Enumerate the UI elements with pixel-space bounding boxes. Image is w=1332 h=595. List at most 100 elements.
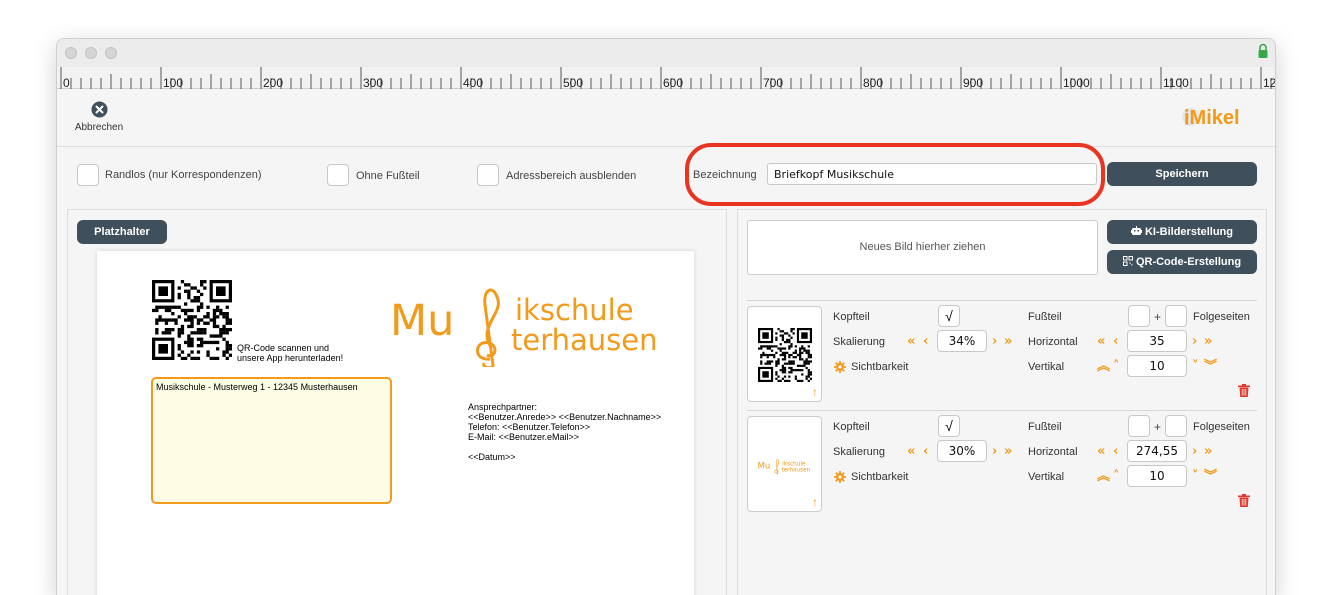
- chevron-left-icon[interactable]: ‹: [923, 445, 928, 458]
- qr-code-erstellung-button[interactable]: QR-Code-Erstellung: [1107, 250, 1257, 274]
- double-chevron-down-icon[interactable]: ︾: [1204, 360, 1217, 373]
- horizontal-label: Horizontal: [1028, 336, 1078, 348]
- chevron-down-icon[interactable]: ˅: [1192, 470, 1199, 483]
- adressbereich-checkbox[interactable]: [477, 164, 499, 186]
- folgeseiten-checkbox[interactable]: [1165, 305, 1187, 327]
- skalierung-label: Skalierung: [833, 336, 885, 348]
- contact-line: <<Benutzer.Anrede>> <<Benutzer.Nachname>…: [468, 412, 662, 422]
- double-chevron-right-icon[interactable]: »: [1204, 335, 1212, 348]
- chevron-right-icon[interactable]: ›: [1192, 335, 1197, 348]
- platzhalter-button[interactable]: Platzhalter: [77, 220, 167, 244]
- fussteil-label: Fußteil: [1028, 421, 1062, 433]
- vertical-input[interactable]: 10: [1127, 465, 1187, 487]
- ruler-label: 100: [163, 76, 184, 90]
- horizontal-input[interactable]: 274,55: [1127, 440, 1187, 462]
- scale-input[interactable]: 30%: [937, 440, 987, 462]
- contact-block: Ansprechpartner: <<Benutzer.Anrede>> <<Be…: [468, 402, 661, 462]
- chevron-left-icon[interactable]: ‹: [1113, 335, 1118, 348]
- ruler-label: 400: [463, 76, 484, 90]
- ruler-label: 300: [363, 76, 384, 90]
- kopfteil-checkbox[interactable]: √: [938, 415, 960, 437]
- skalierung-label: Skalierung: [833, 446, 885, 458]
- randlos-label: Randlos (nur Korrespondenzen): [105, 169, 262, 181]
- double-chevron-left-icon[interactable]: «: [1097, 335, 1105, 348]
- ruler: 0 100 200 300 400 500 600 700 800 900 1000 1100 120: [57, 67, 1275, 90]
- ruler-label: 500: [563, 76, 584, 90]
- options-bar: Randlos (nur Korrespondenzen) Ohne Fußte…: [57, 143, 1275, 209]
- preview-panel: Platzhalter QR-Code scannen und unsere A…: [67, 209, 727, 595]
- contact-line: Ansprechpartner:: [468, 402, 538, 412]
- ruler-label: 1100: [1163, 76, 1189, 90]
- trash-icon[interactable]: [1238, 494, 1250, 507]
- contact-line: [468, 442, 661, 452]
- gear-icon: [834, 471, 846, 483]
- double-chevron-left-icon[interactable]: «: [907, 445, 915, 458]
- vertical-input[interactable]: 10: [1127, 355, 1187, 377]
- cancel-button[interactable]: Abbrechen: [71, 101, 127, 133]
- chevron-up-icon[interactable]: ˄: [1113, 470, 1120, 483]
- chevron-right-icon[interactable]: ›: [992, 445, 997, 458]
- double-chevron-up-icon[interactable]: ︽: [1097, 470, 1110, 483]
- randlos-checkbox[interactable]: [77, 164, 99, 186]
- ruler-label: 1000: [1063, 76, 1090, 90]
- qr-grid-icon: [1122, 256, 1133, 266]
- musikschule-logo: Mu ikschule terhausen: [390, 288, 658, 367]
- qr-code-erstellung-label: QR-Code-Erstellung: [1135, 256, 1242, 268]
- ohne-fussteil-checkbox[interactable]: [327, 164, 349, 186]
- qr-thumbnail: [758, 328, 812, 382]
- double-chevron-right-icon[interactable]: »: [1204, 445, 1212, 458]
- zoom-window-button[interactable]: [105, 47, 117, 59]
- scale-input[interactable]: 34%: [937, 330, 987, 352]
- app-window: 010020030040050060070080090010001100120 …: [56, 38, 1276, 595]
- double-chevron-right-icon[interactable]: »: [1004, 335, 1012, 348]
- ruler-label: 700: [763, 76, 784, 90]
- double-chevron-left-icon[interactable]: «: [907, 335, 915, 348]
- ki-bilderstellung-button[interactable]: KI-Bilderstellung: [1107, 220, 1257, 244]
- logo-line-1-rest: ikschule: [515, 293, 634, 327]
- double-chevron-up-icon[interactable]: ︽: [1097, 360, 1110, 373]
- chevron-left-icon[interactable]: ‹: [923, 335, 928, 348]
- fussteil-checkbox[interactable]: [1128, 305, 1150, 327]
- svg-text:ikschule: ikschule: [782, 462, 806, 468]
- minimize-window-button[interactable]: [85, 47, 97, 59]
- bezeichnung-input[interactable]: Briefkopf Musikschule: [767, 163, 1097, 185]
- qr-caption-1: QR-Code scannen und: [237, 343, 330, 353]
- kopfteil-checkbox[interactable]: √: [938, 305, 960, 327]
- horizontal-input[interactable]: 35: [1127, 330, 1187, 352]
- kopfteil-label: Kopfteil: [833, 421, 870, 433]
- logo-line-1: Mu: [390, 296, 454, 346]
- letter-preview: QR-Code scannen und unsere App herunterl…: [97, 251, 694, 595]
- qr-code-image: [152, 280, 232, 360]
- title-bar: [57, 39, 1275, 67]
- logo-line-2-rest: terhausen: [511, 323, 658, 357]
- bezeichnung-label: Bezeichnung: [693, 169, 757, 181]
- image-thumbnail[interactable]: ↑: [747, 306, 822, 402]
- qr-caption-2: unsere App herunterladen!: [237, 353, 344, 363]
- double-chevron-left-icon[interactable]: «: [1097, 445, 1105, 458]
- plus-sign: +: [1154, 310, 1162, 324]
- sichtbarkeit-link[interactable]: Sichtbarkeit: [851, 361, 908, 373]
- toolbar: Abbrechen i iMikel: [57, 89, 1275, 147]
- arrow-up-icon[interactable]: ↑: [812, 385, 818, 399]
- double-chevron-right-icon[interactable]: »: [1004, 445, 1012, 458]
- chevron-right-icon[interactable]: ›: [992, 335, 997, 348]
- image-thumbnail[interactable]: Mu ikschule terhausen ↑: [747, 416, 822, 512]
- vertikal-label: Vertikal: [1028, 361, 1065, 373]
- image-drop-zone[interactable]: Neues Bild hierher ziehen: [747, 220, 1098, 275]
- chevron-left-icon[interactable]: ‹: [1113, 445, 1118, 458]
- chevron-up-icon[interactable]: ˄: [1113, 360, 1120, 373]
- fussteil-checkbox[interactable]: [1128, 415, 1150, 437]
- save-button[interactable]: Speichern: [1107, 162, 1257, 186]
- sichtbarkeit-link[interactable]: Sichtbarkeit: [851, 471, 908, 483]
- arrow-up-icon[interactable]: ↑: [812, 495, 818, 509]
- ohne-fussteil-label: Ohne Fußteil: [356, 170, 420, 182]
- chevron-right-icon[interactable]: ›: [1192, 445, 1197, 458]
- contact-line: Telefon: <<Benutzer.Telefon>>: [468, 422, 591, 432]
- close-window-button[interactable]: [65, 47, 77, 59]
- folgeseiten-checkbox[interactable]: [1165, 415, 1187, 437]
- double-chevron-down-icon[interactable]: ︾: [1204, 470, 1217, 483]
- chevron-down-icon[interactable]: ˅: [1192, 360, 1199, 373]
- close-icon: [91, 101, 107, 118]
- address-box[interactable]: Musikschule - Musterweg 1 - 12345 Muster…: [151, 377, 392, 504]
- trash-icon[interactable]: [1238, 384, 1250, 397]
